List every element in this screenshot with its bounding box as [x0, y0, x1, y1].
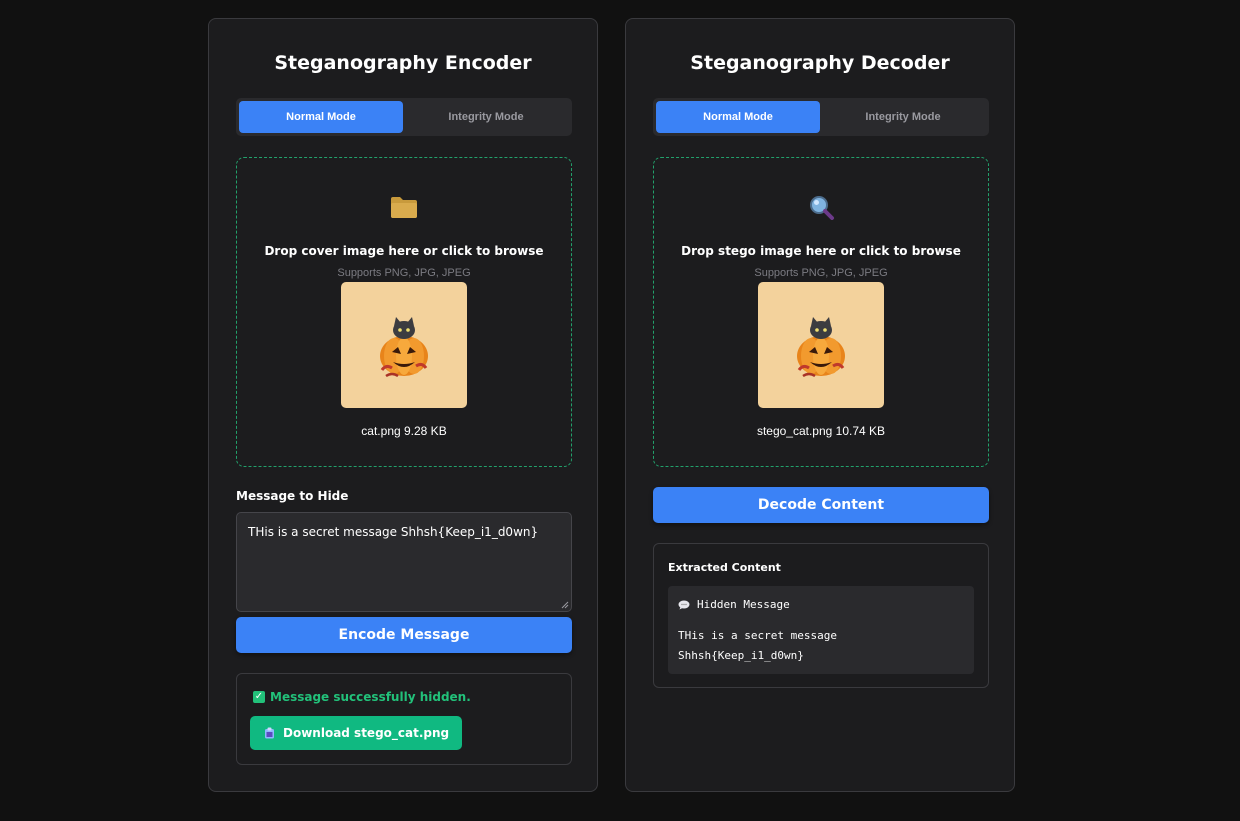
hidden-message-header: Hidden Message: [678, 598, 790, 611]
encode-message-button[interactable]: Encode Message: [236, 617, 572, 653]
hidden-message-label: Hidden Message: [697, 598, 790, 611]
hidden-message-text: THis is a secret message Shhsh{Keep_i1_d…: [678, 629, 837, 662]
message-input-value: THis is a secret message Shhsh{Keep_i1_d…: [248, 525, 539, 539]
cover-file-info: cat.png 9.28 KB: [361, 424, 447, 438]
stego-file-info: stego_cat.png 10.74 KB: [756, 424, 886, 438]
encoder-panel: Steganography Encoder Normal Mode Integr…: [208, 18, 598, 792]
speech-bubble-icon: [678, 600, 690, 609]
stego-image-preview: [758, 282, 884, 408]
extracted-content-title: Extracted Content: [668, 561, 781, 574]
dropzone-title: Drop stego image here or click to browse: [681, 244, 961, 258]
cat-pumpkin-image: [791, 310, 851, 380]
stego-image-dropzone[interactable]: Drop stego image here or click to browse…: [653, 157, 989, 467]
encoder-normal-mode-button[interactable]: Normal Mode: [239, 101, 403, 133]
folder-icon: [237, 194, 571, 220]
encoder-title: Steganography Encoder: [274, 52, 532, 74]
decoder-integrity-mode-button[interactable]: Integrity Mode: [821, 101, 985, 133]
decode-content-button[interactable]: Decode Content: [653, 487, 989, 523]
cat-pumpkin-image: [374, 310, 434, 380]
cover-image-dropzone[interactable]: Drop cover image here or click to browse…: [236, 157, 572, 467]
message-label: Message to Hide: [236, 489, 349, 503]
dropzone-title: Drop cover image here or click to browse: [264, 244, 544, 258]
encoder-mode-toggle: Normal Mode Integrity Mode: [236, 98, 572, 136]
cover-image-preview: [341, 282, 467, 408]
decoder-normal-mode-button[interactable]: Normal Mode: [656, 101, 820, 133]
dropzone-subtitle: Supports PNG, JPG, JPEG: [754, 267, 888, 279]
extracted-message-card: Hidden Message THis is a secret message …: [668, 586, 974, 674]
decoder-mode-toggle: Normal Mode Integrity Mode: [653, 98, 989, 136]
magnifier-icon: [654, 194, 988, 220]
resize-handle-icon[interactable]: [561, 601, 569, 609]
dropzone-subtitle: Supports PNG, JPG, JPEG: [337, 267, 471, 279]
encoder-integrity-mode-button[interactable]: Integrity Mode: [404, 101, 568, 133]
checkmark-icon: ✓: [253, 691, 265, 703]
decoder-panel: Steganography Decoder Normal Mode Integr…: [625, 18, 1015, 792]
encode-result-box: ✓ Message successfully hidden. Download …: [236, 673, 572, 765]
clipboard-icon: [265, 727, 274, 739]
success-text: Message successfully hidden.: [270, 690, 471, 704]
message-input[interactable]: THis is a secret message Shhsh{Keep_i1_d…: [236, 512, 572, 612]
decoder-title: Steganography Decoder: [690, 52, 950, 74]
download-stego-button[interactable]: Download stego_cat.png: [250, 716, 463, 750]
extracted-content-box: Extracted Content Hidden Message THis is…: [653, 543, 989, 688]
success-message: ✓ Message successfully hidden.: [253, 690, 471, 704]
download-label: Download stego_cat.png: [283, 726, 450, 740]
